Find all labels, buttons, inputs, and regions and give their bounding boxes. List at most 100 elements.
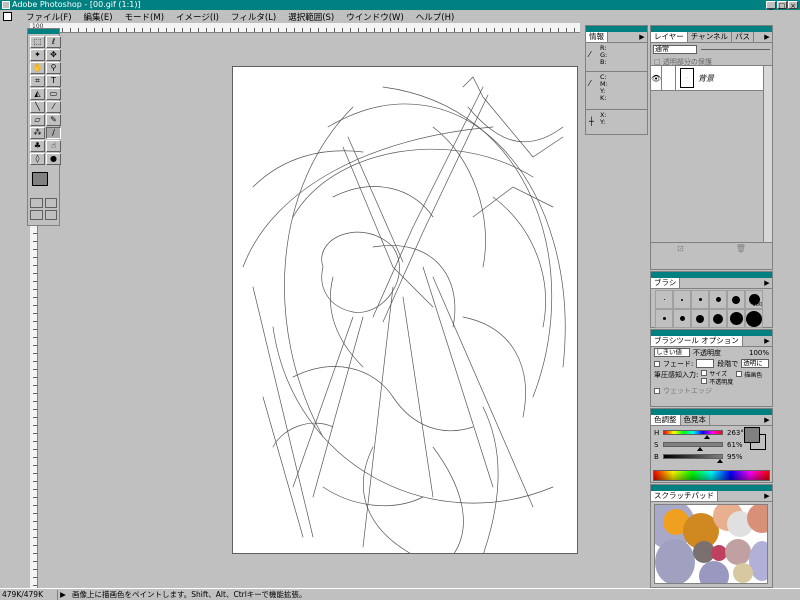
rubber-stamp-tool-icon[interactable]: ♣	[30, 140, 45, 152]
foreground-color-swatch[interactable]	[744, 427, 760, 443]
tab-color[interactable]: 色調整	[651, 415, 681, 425]
eyedropper-tool-icon[interactable]: ⁄	[46, 101, 61, 113]
hue-slider[interactable]	[663, 430, 723, 435]
paintbrush-tool-icon[interactable]: ∕	[46, 127, 61, 139]
standard-mode-button[interactable]	[30, 198, 43, 208]
brush-preset[interactable]: 100	[745, 290, 763, 309]
brush-preset[interactable]	[727, 290, 745, 309]
stylus-size-checkbox[interactable]	[701, 370, 708, 376]
saturation-knob[interactable]	[696, 447, 703, 451]
brightness-knob[interactable]	[717, 459, 723, 463]
brightness-slider[interactable]	[663, 454, 723, 459]
blend-mode-select[interactable]: 通常	[653, 45, 697, 54]
brush-preset[interactable]	[709, 309, 727, 328]
hue-knob[interactable]	[703, 435, 710, 439]
smudge-tool-icon[interactable]: ☝	[46, 140, 61, 152]
menu-help[interactable]: ヘルプ(H)	[416, 11, 455, 23]
magic-wand-tool-icon[interactable]: ✦	[30, 49, 45, 61]
brush-preset[interactable]	[691, 309, 709, 328]
document-size-readout[interactable]: 479K/479K	[0, 589, 58, 600]
brush-preset[interactable]	[655, 309, 673, 328]
foreground-color-swatch[interactable]	[32, 172, 48, 186]
tab-scratch-pad[interactable]: スクラッチパッド	[651, 491, 718, 501]
quickmask-mode-button[interactable]	[44, 198, 57, 208]
pencil-tool-icon[interactable]: ✎	[46, 114, 61, 126]
preserve-transparency-checkbox[interactable]: □ 透明部分の保護	[651, 56, 772, 66]
move-tool-icon[interactable]: ✥	[46, 49, 61, 61]
palette-menu-arrow-icon[interactable]: ▶	[763, 337, 771, 345]
palette-menu-arrow-icon[interactable]: ▶	[763, 416, 771, 424]
app-title-bar: Adobe Photoshop - [00.gif (1:1)] _ □ ×	[0, 0, 800, 10]
brush-preset[interactable]	[655, 290, 673, 309]
line-tool-icon[interactable]: ╲	[30, 101, 45, 113]
layer-list-scrollbar[interactable]	[763, 66, 772, 242]
stylus-opacity-checkbox[interactable]	[701, 378, 708, 384]
menu-edit[interactable]: 編集(E)	[84, 11, 113, 23]
brush-size-label: 100	[752, 302, 762, 308]
palette-menu-arrow-icon[interactable]: ▶	[638, 33, 646, 41]
menu-mode[interactable]: モード(M)	[125, 11, 164, 23]
stylus-color-checkbox[interactable]	[736, 371, 743, 377]
drawing-canvas[interactable]	[232, 66, 578, 554]
menu-select[interactable]: 選択範囲(S)	[288, 11, 334, 23]
crop-tool-icon[interactable]: ⌗	[30, 75, 45, 87]
tab-paths[interactable]: パス	[732, 32, 755, 42]
tab-layers[interactable]: レイヤー	[651, 32, 688, 42]
wet-edges-checkbox[interactable]	[654, 387, 660, 394]
menu-file[interactable]: ファイル(F)	[26, 11, 72, 23]
status-menu-arrow-icon[interactable]: ▶	[58, 590, 68, 599]
dodge-tool-icon[interactable]: ●	[46, 153, 61, 165]
menu-image[interactable]: イメージ(I)	[176, 11, 219, 23]
lasso-tool-icon[interactable]: ℓ	[46, 36, 61, 48]
tab-brushes[interactable]: ブラシ	[651, 278, 681, 288]
toolbox-palette: ⬚ ℓ ✦ ✥ ✋ ⚲ ⌗ T ◭ ▭ ╲ ⁄ ▱ ✎ ⁂ ∕ ♣ ☝ ◊ ●	[27, 28, 61, 226]
document-icon[interactable]	[3, 12, 12, 21]
hand-tool-icon[interactable]: ✋	[30, 62, 45, 74]
tab-channels[interactable]: チャンネル	[688, 32, 733, 42]
layer-row[interactable]: 👁 · 背景	[651, 65, 772, 91]
paint-mode-select[interactable]: しきい値	[654, 348, 690, 357]
gradient-tool-icon[interactable]: ▭	[46, 88, 61, 100]
fade-checkbox[interactable]	[654, 360, 660, 367]
brush-preset[interactable]	[727, 309, 745, 328]
brush-dot	[715, 297, 721, 302]
fade-steps-input[interactable]	[696, 359, 715, 368]
horizontal-ruler[interactable]: 100	[30, 23, 580, 33]
zoom-tool-icon[interactable]: ⚲	[46, 62, 61, 74]
close-button[interactable]: ×	[788, 1, 798, 10]
maximize-button[interactable]: □	[777, 1, 787, 10]
scratch-pad-area[interactable]	[654, 504, 768, 584]
blur-tool-icon[interactable]: ◊	[30, 153, 45, 165]
menu-window[interactable]: ウインドウ(W)	[346, 11, 404, 23]
minimize-button[interactable]: _	[766, 1, 776, 10]
new-layer-icon[interactable]: ⊡	[677, 244, 684, 253]
eye-icon[interactable]: 👁	[651, 74, 661, 83]
opacity-slider[interactable]	[701, 49, 770, 50]
brush-preset[interactable]	[691, 290, 709, 309]
paint-bucket-tool-icon[interactable]: ◭	[30, 88, 45, 100]
palette-menu-arrow-icon[interactable]: ▶	[763, 492, 771, 500]
photoshop-app-icon[interactable]	[2, 1, 10, 9]
palette-menu-arrow-icon[interactable]: ▶	[763, 33, 771, 41]
trash-icon[interactable]: 🗑	[736, 244, 746, 253]
screen-mode-full-button[interactable]	[44, 210, 57, 220]
fade-to-select[interactable]: 透明に	[741, 359, 769, 368]
type-tool-icon[interactable]: T	[46, 75, 61, 87]
saturation-slider[interactable]	[663, 442, 723, 447]
brush-preset[interactable]	[745, 309, 763, 328]
menu-filter[interactable]: フィルタ(L)	[231, 11, 276, 23]
scratch-paint-blob	[725, 539, 751, 565]
screen-mode-standard-button[interactable]	[30, 210, 43, 220]
tab-info[interactable]: 情報	[586, 32, 608, 42]
brush-preset[interactable]	[673, 309, 691, 328]
tab-brush-options[interactable]: ブラシツール オプション	[651, 336, 743, 346]
layer-thumbnail: ·	[680, 68, 694, 88]
marquee-tool-icon[interactable]: ⬚	[30, 36, 45, 48]
airbrush-tool-icon[interactable]: ⁂	[30, 127, 45, 139]
color-ramp-spectrum[interactable]	[653, 470, 770, 481]
palette-menu-arrow-icon[interactable]: ▶	[763, 279, 771, 287]
tab-swatches[interactable]: 色見本	[681, 415, 710, 425]
brush-preset[interactable]	[709, 290, 727, 309]
brush-preset[interactable]	[673, 290, 691, 309]
eraser-tool-icon[interactable]: ▱	[30, 114, 45, 126]
